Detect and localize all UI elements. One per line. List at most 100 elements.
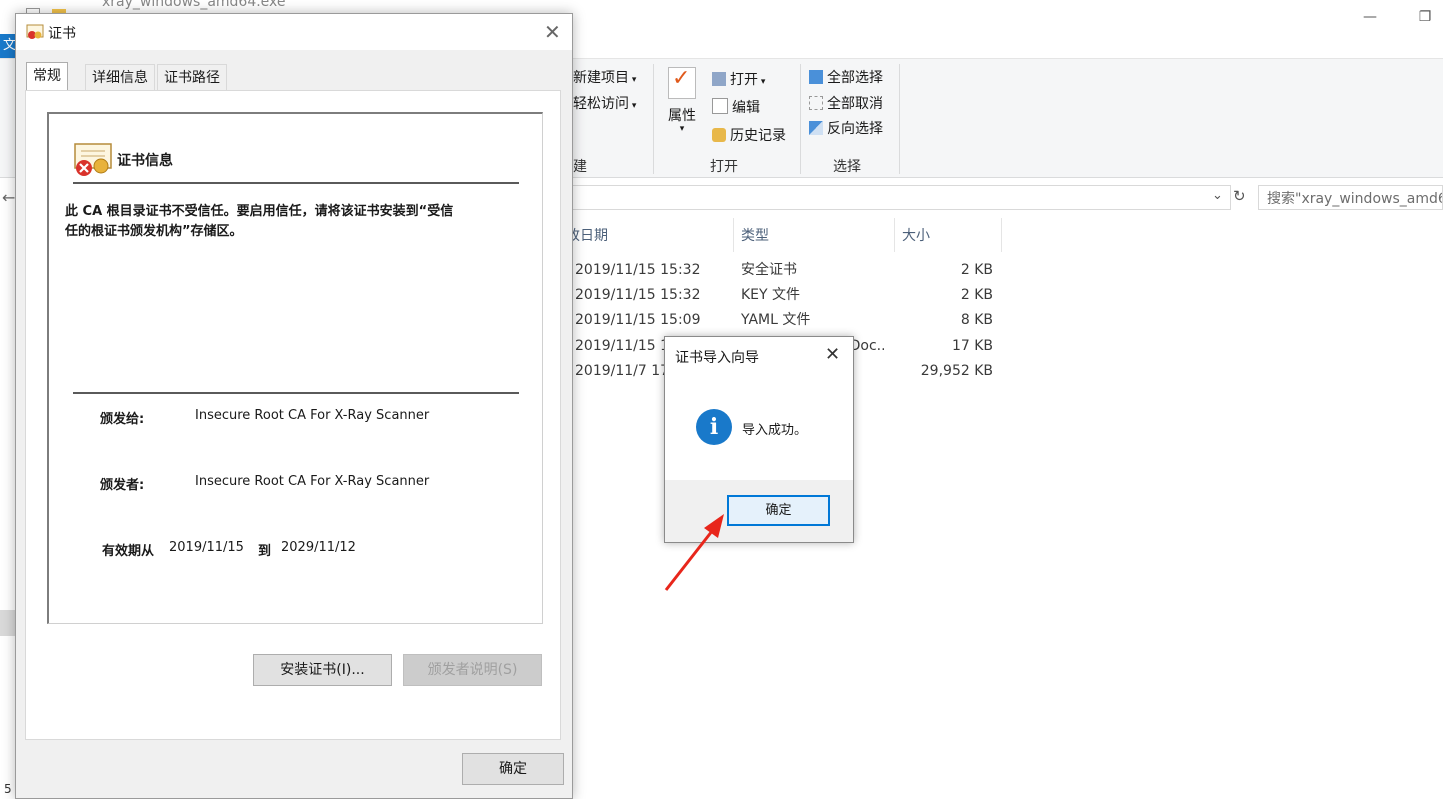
cell-type: KEY 文件: [741, 287, 801, 303]
edit-button[interactable]: 编辑: [712, 97, 760, 117]
open-icon: [712, 72, 726, 86]
select-none-label: 全部取消: [827, 96, 883, 112]
open-label: 打开: [730, 72, 758, 88]
warning-line-1: 此 CA 根目录证书不受信任。要启用信任，请将该证书安装到“受信: [65, 204, 454, 219]
navigation-pane-fragment: [0, 610, 16, 636]
cert-ok-button[interactable]: 确定: [462, 753, 564, 785]
select-all-button[interactable]: 全部选择: [809, 67, 883, 87]
column-type[interactable]: 类型: [741, 222, 769, 250]
tab-general[interactable]: 常规: [26, 62, 68, 92]
valid-to-date: 2029/11/12: [281, 540, 356, 555]
warning-line-2: 任的根证书颁发机构”存储区。: [65, 224, 243, 239]
issued-to-value: Insecure Root CA For X-Ray Scanner: [195, 408, 430, 423]
ribbon-group-new: 建: [573, 159, 587, 175]
select-none-icon: [809, 96, 823, 110]
open-button[interactable]: 打开 ▾: [712, 69, 765, 89]
easy-access-label: 轻松访问: [573, 96, 629, 112]
ribbon-group-open: 打开: [710, 159, 738, 175]
dropdown-arrow-icon: ▾: [629, 75, 637, 85]
tab-details[interactable]: 详细信息: [85, 64, 155, 91]
search-input[interactable]: 搜索"xray_windows_amd64": [1258, 185, 1443, 210]
invert-selection-label: 反向选择: [827, 121, 883, 137]
issued-by-label: 颁发者:: [100, 478, 145, 493]
refresh-icon[interactable]: ↻: [1233, 187, 1246, 205]
ribbon-separator: [800, 64, 801, 174]
maximize-button[interactable]: ❐: [1412, 6, 1438, 28]
close-icon[interactable]: ✕: [825, 344, 840, 365]
table-row[interactable]: 2019/11/15 15:32 安全证书 2 KB: [575, 258, 1005, 283]
cell-size: 17 KB: [951, 338, 993, 354]
cell-date: 2019/11/15 15:09: [575, 312, 701, 328]
cert-dialog-title: 证书: [48, 26, 76, 42]
edit-label: 编辑: [732, 100, 760, 116]
address-history-chevron-icon[interactable]: ⌄: [1212, 188, 1223, 203]
trust-warning-text: 此 CA 根目录证书不受信任。要启用信任，请将该证书安装到“受信 任的根证书颁发…: [65, 202, 535, 242]
cell-size: 2 KB: [960, 262, 993, 278]
column-size[interactable]: 大小: [902, 222, 930, 250]
status-item-count: 5: [4, 782, 12, 796]
certificate-dialog: 证书 ✕ 常规 详细信息 证书路径 证书信息 此 CA 根目录证书不受信任。要启…: [15, 13, 573, 799]
file-tab-button[interactable]: 文: [0, 34, 16, 58]
red-annotation-arrow: [664, 514, 724, 591]
history-label: 历史记录: [730, 128, 786, 144]
cell-size: 8 KB: [960, 312, 993, 328]
explorer-title-text: xray_windows_amd64.exe: [102, 0, 286, 10]
cell-date: 2019/11/15 15:32: [575, 287, 701, 303]
wizard-message: 导入成功。: [742, 423, 808, 438]
wizard-ok-button[interactable]: 确定: [727, 495, 830, 526]
edit-icon: [712, 98, 728, 114]
valid-from-label: 有效期从: [102, 544, 155, 559]
properties-label: 属性: [668, 108, 696, 124]
section-title: 证书信息: [117, 153, 173, 169]
history-button[interactable]: 历史记录: [712, 125, 786, 145]
cert-dialog-titlebar: 证书 ✕: [16, 14, 572, 50]
invert-selection-icon: [809, 121, 823, 135]
easy-access-button[interactable]: 轻松访问 ▾: [573, 93, 636, 113]
ribbon-group-select: 选择: [833, 159, 861, 175]
untrusted-certificate-icon: [73, 142, 113, 178]
valid-to-label: 到: [258, 544, 272, 559]
ribbon-separator: [653, 64, 654, 174]
cell-size: 29,952 KB: [920, 363, 993, 379]
divider: [73, 392, 519, 394]
tab-cert-path[interactable]: 证书路径: [157, 64, 227, 91]
wizard-title: 证书导入向导: [675, 350, 759, 366]
valid-from-date: 2019/11/15: [169, 540, 244, 555]
issued-to-label: 颁发给:: [100, 412, 145, 427]
column-divider: [1001, 218, 1002, 252]
back-arrow-icon[interactable]: ←: [2, 188, 15, 207]
cell-size: 2 KB: [960, 287, 993, 303]
close-icon[interactable]: ✕: [544, 20, 561, 44]
certificate-info-box: 证书信息 此 CA 根目录证书不受信任。要启用信任，请将该证书安装到“受信 任的…: [47, 112, 543, 624]
cell-type: 安全证书: [741, 262, 797, 278]
dropdown-arrow-icon: ▾: [758, 77, 766, 87]
select-all-icon: [809, 70, 823, 84]
minimize-button[interactable]: —: [1357, 6, 1383, 28]
info-icon: i: [696, 409, 732, 445]
file-tab-label: 文: [3, 38, 16, 53]
table-row[interactable]: 2019/11/15 15:09 YAML 文件 8 KB: [575, 308, 1005, 333]
select-all-label: 全部选择: [827, 70, 883, 86]
cell-type: YAML 文件: [741, 312, 811, 328]
issued-by-value: Insecure Root CA For X-Ray Scanner: [195, 474, 430, 489]
column-divider: [894, 218, 895, 252]
general-tab-panel: 证书信息 此 CA 根目录证书不受信任。要启用信任，请将该证书安装到“受信 任的…: [25, 90, 561, 740]
address-bar[interactable]: [573, 185, 1231, 210]
history-icon: [712, 128, 726, 142]
invert-selection-button[interactable]: 反向选择: [809, 118, 883, 138]
new-item-label: 新建项目: [573, 70, 629, 86]
properties-button[interactable]: ✓ 属性 ▾: [664, 66, 700, 134]
cell-date: 2019/11/15 15:32: [575, 262, 701, 278]
issuer-statement-button[interactable]: 颁发者说明(S): [403, 654, 542, 686]
certificate-icon: [26, 24, 44, 40]
new-item-button[interactable]: 新建项目 ▾: [573, 67, 636, 87]
properties-icon: ✓: [668, 66, 696, 99]
column-divider: [733, 218, 734, 252]
ribbon-separator: [899, 64, 900, 174]
table-row[interactable]: 2019/11/15 15:32 KEY 文件 2 KB: [575, 283, 1005, 308]
install-certificate-button[interactable]: 安装证书(I)...: [253, 654, 392, 686]
select-none-button[interactable]: 全部取消: [809, 93, 883, 113]
dropdown-arrow-icon: ▾: [679, 124, 685, 134]
dropdown-arrow-icon: ▾: [629, 101, 637, 111]
divider: [73, 182, 519, 184]
